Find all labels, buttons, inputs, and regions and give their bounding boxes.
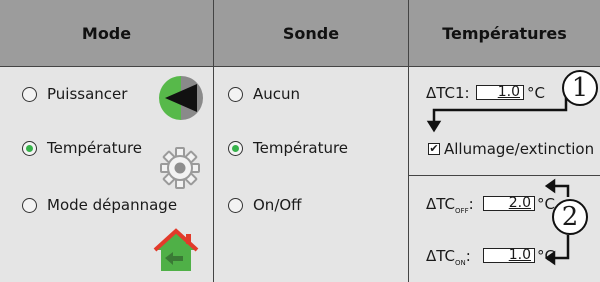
gear-icon xyxy=(160,147,200,189)
radio-button[interactable] xyxy=(228,86,243,102)
sonde-option-aucun[interactable]: Aucun xyxy=(228,85,300,103)
header-sonde: Sonde xyxy=(214,0,408,66)
green-back-arrow-icon xyxy=(159,76,203,120)
sonde-option-label: Température xyxy=(253,139,349,157)
column-divider-1 xyxy=(213,0,214,282)
header-mode: Mode xyxy=(0,0,213,66)
mode-option-temperature[interactable]: Température xyxy=(22,139,142,157)
radio-button[interactable] xyxy=(228,197,243,213)
mode-option-label: Puissancer xyxy=(47,85,128,103)
mode-option-depannage[interactable]: Mode dépannage xyxy=(22,196,177,214)
house-back-icon[interactable] xyxy=(153,228,199,274)
radio-button-selected[interactable] xyxy=(228,140,243,156)
radio-selected-dot xyxy=(26,144,33,152)
sonde-option-onoff[interactable]: On/Off xyxy=(228,196,302,214)
mode-option-puissancer[interactable]: Puissancer xyxy=(22,85,127,103)
sonde-option-label: Aucun xyxy=(253,85,301,103)
callout-marker-1: 1 xyxy=(562,70,598,106)
radio-button[interactable] xyxy=(22,197,37,213)
sonde-option-temperature[interactable]: Température xyxy=(228,139,348,157)
radio-button-selected[interactable] xyxy=(22,140,37,156)
header-temperatures: Températures xyxy=(409,0,600,66)
mode-option-label: Mode dépannage xyxy=(47,196,178,214)
mode-option-label: Température xyxy=(47,139,143,157)
sonde-option-label: On/Off xyxy=(253,196,302,214)
callout-marker-2: 2 xyxy=(552,199,588,235)
radio-selected-dot xyxy=(232,144,239,152)
radio-button[interactable] xyxy=(22,86,37,102)
